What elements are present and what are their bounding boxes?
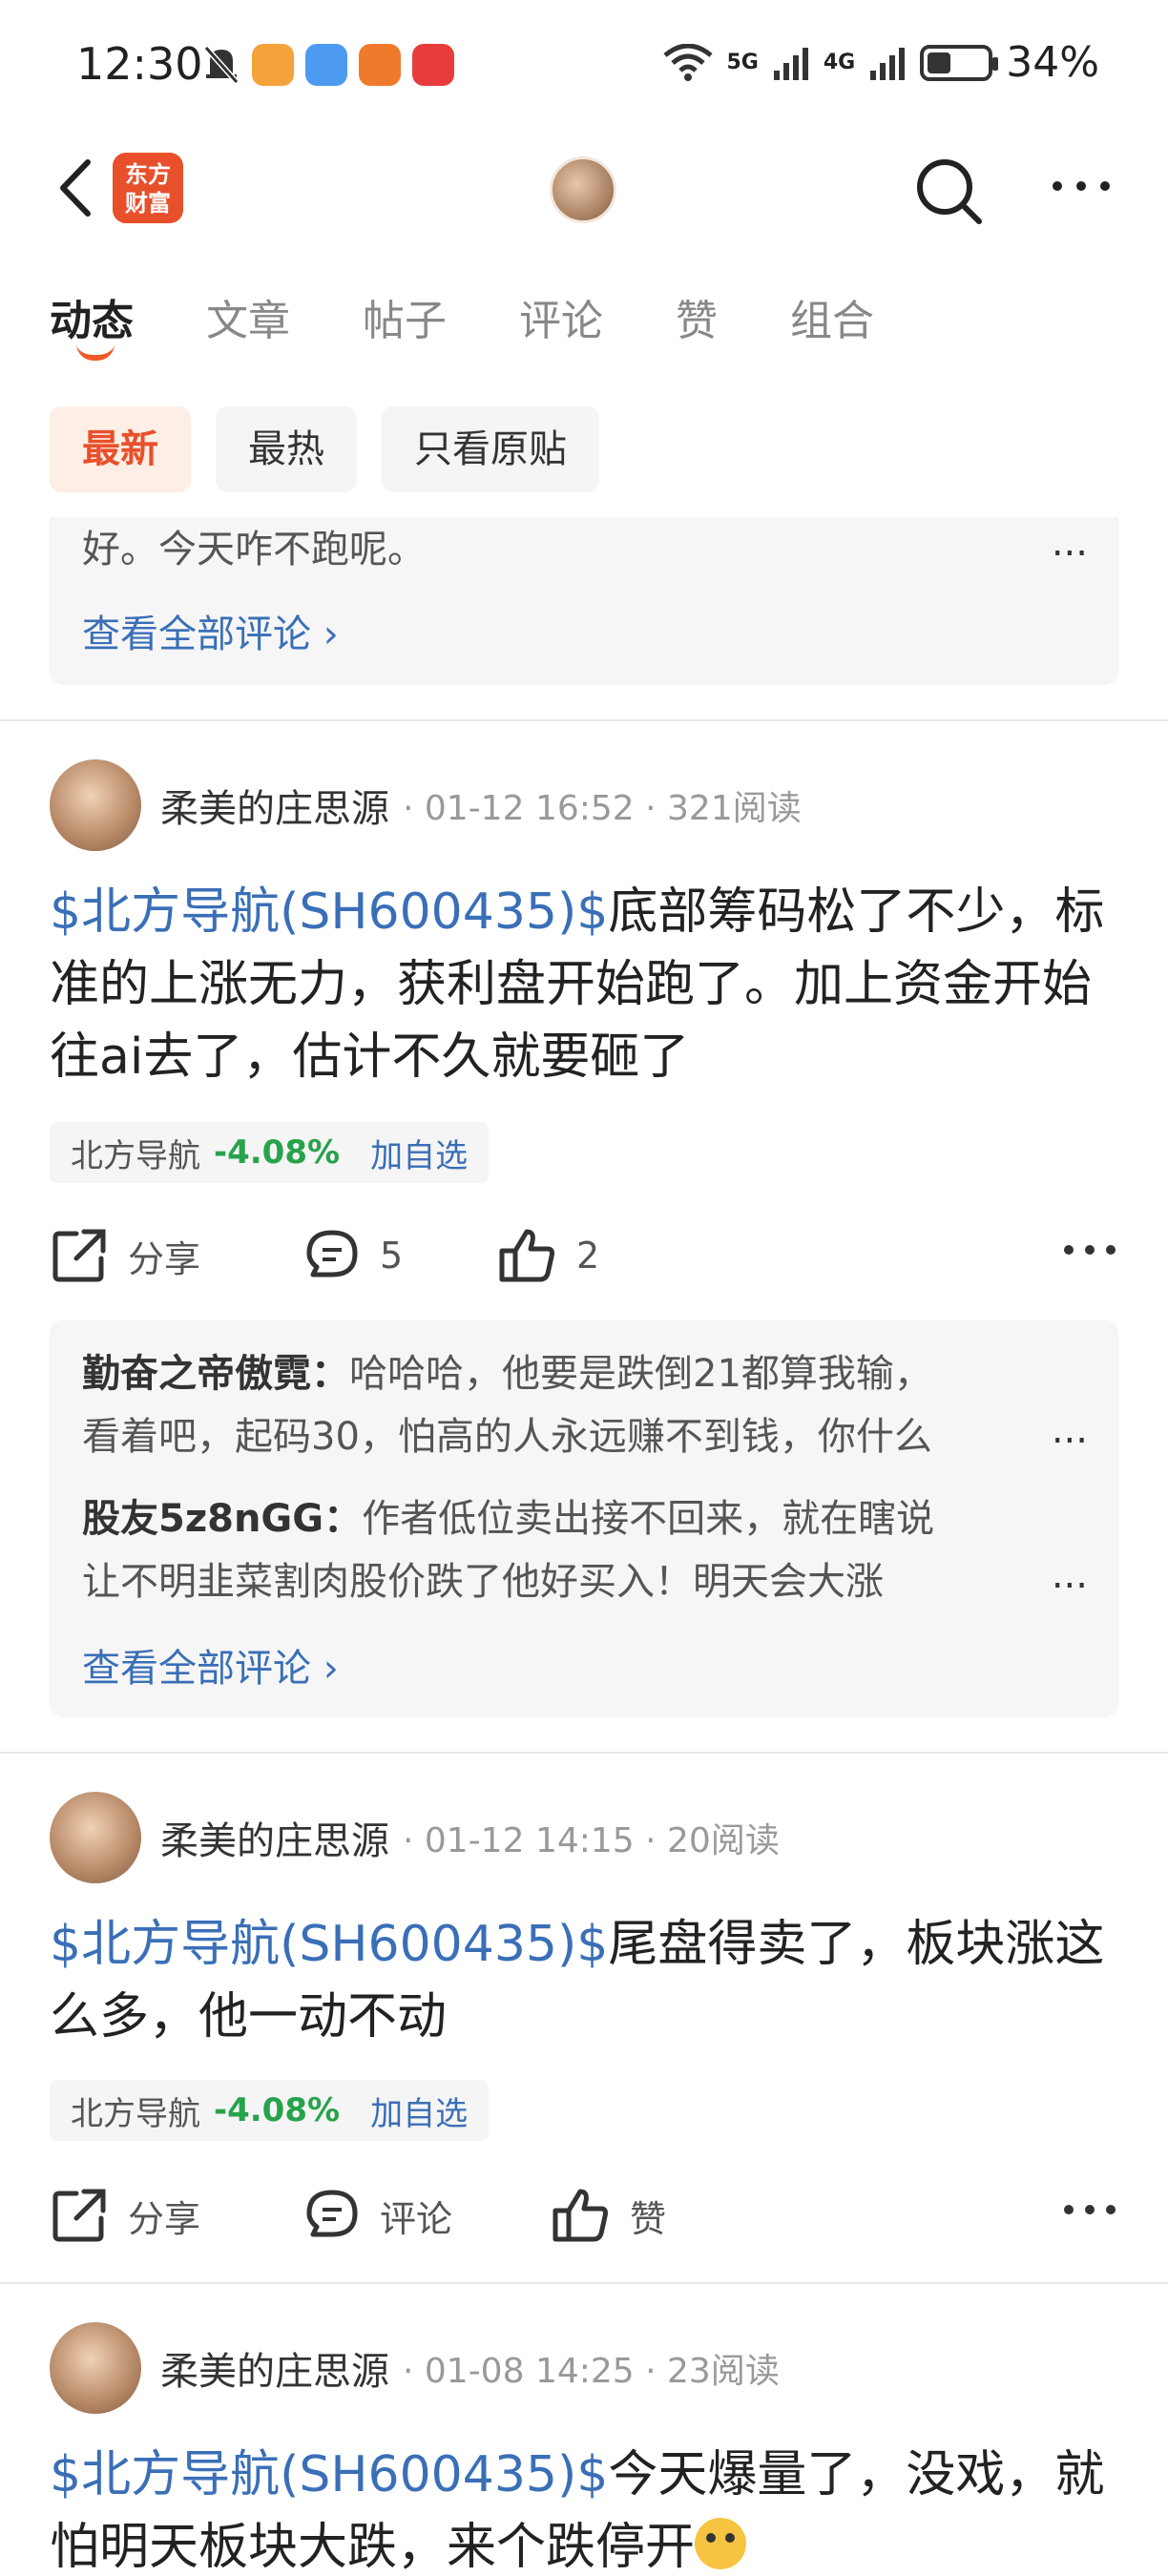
post-actions: 分享 5 2 — [50, 1217, 1118, 1294]
stock-name: 北方导航 — [71, 2094, 200, 2133]
app-box-icon — [359, 44, 401, 86]
comment-partial-text: 好。今天咋不跑呢。 — [82, 528, 426, 571]
top-nav: 东方 财富 — [0, 143, 1168, 229]
post-meta: · 01-08 14:25 · 23阅读 — [403, 2352, 780, 2391]
thumbs-up-icon — [499, 1229, 554, 1282]
view-all-comments-link[interactable]: 查看全部评论 › — [82, 603, 339, 658]
comment-button[interactable]: 5 — [303, 1217, 403, 1294]
status-time: 12:30 — [76, 38, 203, 90]
profile-tabs: 动态 文章 帖子 评论 赞 组合 — [50, 286, 947, 361]
stock-name: 北方导航 — [71, 1136, 200, 1175]
share-button[interactable]: 分享 — [50, 1217, 200, 1294]
divider — [0, 2282, 1168, 2284]
tab-comments[interactable]: 评论 — [519, 286, 603, 347]
stock-change: -4.08% — [214, 1133, 341, 1172]
comment-more[interactable]: ... — [1052, 521, 1088, 565]
thumbs-up-icon — [553, 2189, 608, 2242]
wifi-icon — [663, 43, 714, 81]
divider — [0, 719, 1168, 721]
system-icons: 5G 4G 34% — [663, 38, 1099, 87]
more-options-icon[interactable] — [1048, 162, 1115, 210]
battery-percent: 34% — [1006, 38, 1099, 87]
stock-change: -4.08% — [214, 2091, 341, 2129]
comment-line[interactable]: 勤奋之帝傲霓：哈哈哈，他要是跌倒21都算我输， — [82, 1345, 1086, 1402]
comment-preview-box: 勤奋之帝傲霓：哈哈哈，他要是跌倒21都算我输， 看着吧，起码30，怕高的人永远赚… — [50, 1320, 1118, 1717]
stock-link[interactable]: $北方导航(SH600435)$ — [50, 1916, 608, 1973]
profile-avatar[interactable] — [550, 156, 616, 223]
network-5g-label: 5G — [726, 51, 759, 74]
battery-icon — [920, 44, 999, 81]
comment-preview-box: 好。今天咋不跑呢。 ... 查看全部评论 › — [50, 517, 1118, 685]
like-button[interactable]: 2 — [498, 1217, 599, 1294]
post-actions: 分享 评论 赞 — [50, 2177, 1118, 2254]
app-logo: 东方 财富 — [113, 153, 183, 223]
author-name[interactable]: 柔美的庄思源 — [160, 1810, 389, 1865]
add-watchlist-button[interactable]: 加自选 — [370, 1130, 468, 1176]
notification-icons — [202, 44, 454, 86]
stock-tag[interactable]: 北方导航 -4.08% 加自选 — [50, 2080, 490, 2141]
app-heart-icon — [252, 44, 294, 86]
share-button[interactable]: 分享 — [50, 2177, 200, 2254]
tab-dynamic[interactable]: 动态 — [50, 286, 134, 361]
comment-icon — [306, 2190, 358, 2237]
comment-more[interactable]: ... — [1052, 1408, 1088, 1452]
comment-line[interactable]: 让不明韭菜割肉股价跌了他好买入！明天会大涨 — [82, 1553, 1032, 1610]
search-icon[interactable] — [910, 153, 987, 229]
post-body[interactable]: $北方导航(SH600435)$底部筹码松了不少，标准的上涨无力，获利盘开始跑了… — [50, 876, 1128, 1093]
stock-link[interactable]: $北方导航(SH600435)$ — [50, 2446, 608, 2503]
mute-bell-icon — [203, 46, 240, 84]
add-watchlist-button[interactable]: 加自选 — [370, 2088, 468, 2134]
comment-more[interactable]: ... — [1052, 1553, 1088, 1597]
thinking-emoji-icon — [695, 2518, 747, 2569]
tab-portfolios[interactable]: 组合 — [790, 286, 874, 347]
filter-latest[interactable]: 最新 — [50, 406, 191, 492]
status-bar: 12:30 5G 4G 34% — [0, 0, 1168, 134]
post-meta: · 01-12 16:52 · 321阅读 — [403, 789, 802, 828]
post-meta: · 01-12 14:15 · 20阅读 — [403, 1821, 780, 1860]
stock-link[interactable]: $北方导航(SH600435)$ — [50, 883, 608, 941]
view-all-comments-link[interactable]: 查看全部评论 › — [82, 1637, 339, 1693]
share-icon — [52, 1229, 106, 1282]
avatar[interactable] — [50, 759, 141, 851]
post-header: 柔美的庄思源 · 01-12 14:15 · 20阅读 — [50, 1792, 780, 1883]
avatar[interactable] — [50, 2322, 141, 2414]
comment-line[interactable]: 股友5z8nGG：作者低位卖出接不回来，就在瞎说 — [82, 1490, 1086, 1548]
signal-icon — [773, 47, 808, 80]
tab-posts[interactable]: 帖子 — [363, 286, 447, 347]
post-more-icon[interactable] — [1061, 1231, 1118, 1269]
post-more-icon[interactable] — [1061, 2191, 1118, 2229]
stock-tag[interactable]: 北方导航 -4.08% 加自选 — [50, 1122, 490, 1183]
post-header: 柔美的庄思源 · 01-12 16:52 · 321阅读 — [50, 759, 802, 851]
app-weather-icon — [305, 44, 347, 86]
comment-line[interactable]: 看着吧，起码30，怕高的人永远赚不到钱，你什么 — [82, 1408, 1032, 1465]
filter-original-only[interactable]: 只看原贴 — [382, 406, 599, 492]
network-4g-label: 4G — [823, 51, 856, 74]
signal-icon-2 — [870, 47, 906, 80]
share-icon — [52, 2189, 106, 2242]
filter-chips: 最新 最热 只看原贴 — [50, 406, 599, 492]
avatar[interactable] — [50, 1792, 141, 1883]
tab-likes[interactable]: 赞 — [676, 286, 718, 347]
back-arrow-icon[interactable] — [50, 155, 107, 221]
divider — [0, 1752, 1168, 1754]
post-body[interactable]: $北方导航(SH600435)$今天爆量了，没戏，就怕明天板块大跌，来个跌停开 — [50, 2439, 1128, 2576]
author-name[interactable]: 柔美的庄思源 — [160, 778, 389, 833]
post-header: 柔美的庄思源 · 01-08 14:25 · 23阅读 — [50, 2322, 780, 2414]
comment-icon — [306, 1230, 358, 1278]
post-body[interactable]: $北方导航(SH600435)$尾盘得卖了，板块涨这么多，他一动不动 — [50, 1908, 1128, 2053]
filter-hottest[interactable]: 最热 — [216, 406, 357, 492]
like-button[interactable]: 赞 — [552, 2177, 666, 2254]
tab-articles[interactable]: 文章 — [206, 286, 290, 347]
comment-button[interactable]: 评论 — [303, 2177, 452, 2254]
app-book-icon — [412, 44, 454, 86]
author-name[interactable]: 柔美的庄思源 — [160, 2340, 389, 2396]
